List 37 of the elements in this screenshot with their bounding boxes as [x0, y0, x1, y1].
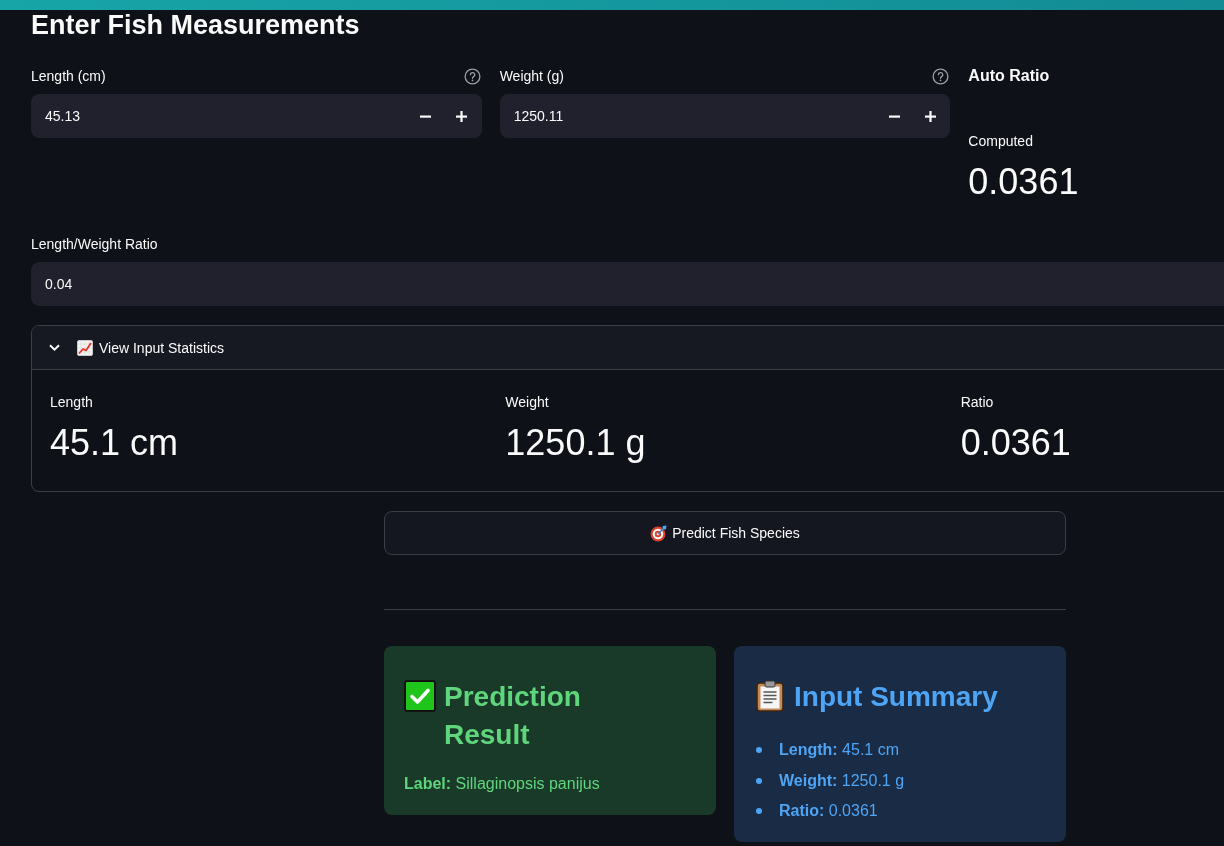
section-heading: Auto Ratio	[968, 67, 1050, 85]
bullet-icon	[756, 747, 762, 753]
summary-item: Length: 45.1 cm	[779, 740, 899, 760]
expander-header[interactable]: View Input Statistics	[32, 326, 1224, 370]
bullet-icon	[756, 808, 762, 814]
metric-label: Weight	[505, 393, 549, 411]
text-input[interactable]: 0.04	[31, 262, 1224, 306]
metric-label: Ratio	[960, 393, 994, 411]
check-box-icon	[404, 680, 436, 712]
summary-item: Weight: 1250.1 g	[779, 770, 905, 791]
field-label: Length (cm)	[31, 67, 106, 85]
summary-item: Ratio: 0.0361	[779, 801, 878, 821]
increment-button[interactable]	[912, 94, 951, 138]
summary-heading: Input Summary	[794, 680, 998, 714]
clipboard-icon	[754, 680, 786, 712]
target-icon	[650, 524, 668, 542]
increment-button[interactable]	[443, 94, 482, 138]
metric-value: 0.0361	[960, 421, 1071, 465]
help-icon[interactable]	[932, 67, 950, 85]
line-chart-icon	[77, 339, 93, 356]
field-label: Length/Weight Ratio	[31, 235, 158, 253]
plus-icon	[924, 110, 936, 122]
field-label: Weight (g)	[499, 67, 564, 85]
number-input[interactable]: 1250.11	[499, 94, 877, 138]
number-input[interactable]: 45.13	[31, 94, 408, 138]
predict-button[interactable]: Predict Fish Species	[384, 511, 1066, 555]
metric-label: Computed	[968, 132, 1033, 150]
metric-value: 0.0361	[968, 160, 1079, 204]
metric-label: Length	[50, 393, 93, 411]
plus-icon	[456, 110, 468, 122]
result-heading: Prediction Result	[444, 680, 582, 752]
metric-value: 45.1 cm	[50, 421, 179, 465]
prediction-label: Label: Sillaginopsis panijus	[404, 774, 600, 794]
page-title: Enter Fish Measurements	[31, 10, 360, 40]
help-icon[interactable]	[463, 67, 481, 85]
metric-value: 1250.1 g	[505, 421, 646, 465]
bullet-icon	[756, 777, 762, 784]
